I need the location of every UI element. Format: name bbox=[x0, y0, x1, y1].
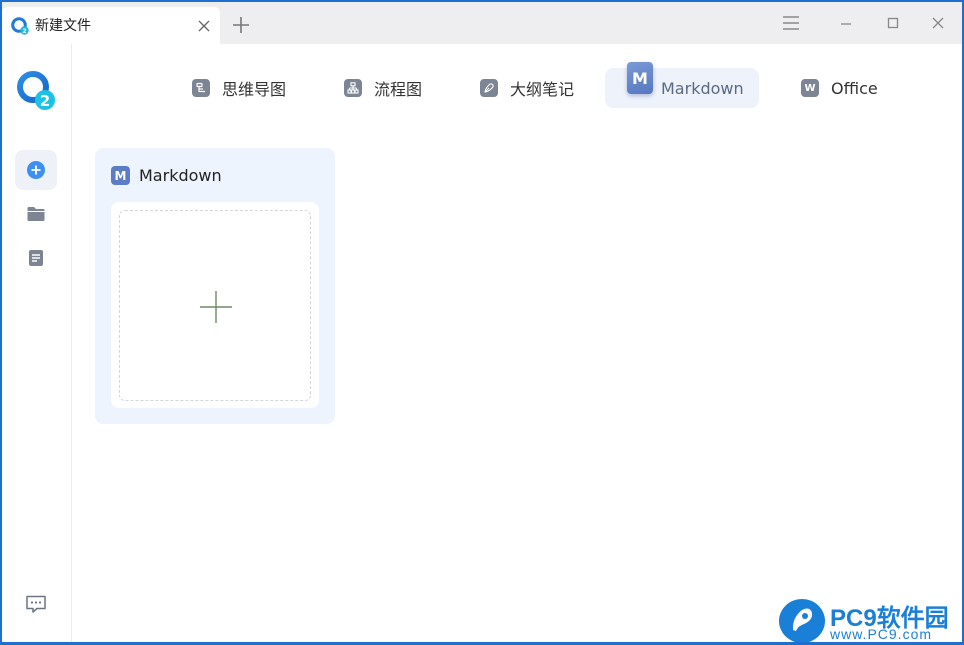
sidebar-document-button[interactable] bbox=[15, 238, 57, 278]
category-label: 思维导图 bbox=[222, 80, 287, 99]
mindmap-icon bbox=[192, 79, 210, 97]
pc9-logo-icon bbox=[779, 599, 825, 642]
menu-icon[interactable] bbox=[782, 14, 800, 32]
card-title: Markdown bbox=[139, 166, 222, 185]
plus-icon bbox=[200, 291, 232, 323]
close-tab-icon[interactable] bbox=[196, 18, 212, 34]
app-window: 2 新建文件 2 思维导图 流程图 大纲笔记 M Markdown W Offi… bbox=[2, 2, 962, 642]
category-label: 流程图 bbox=[374, 80, 423, 99]
category-label: Office bbox=[831, 78, 878, 98]
svg-text:2: 2 bbox=[40, 92, 50, 110]
close-window-icon[interactable] bbox=[929, 14, 947, 32]
app-logo-icon: 2 bbox=[11, 17, 29, 35]
markdown-icon: M bbox=[111, 166, 130, 185]
tab-title: 新建文件 bbox=[35, 18, 91, 34]
svg-text:2: 2 bbox=[22, 27, 27, 35]
chat-message-icon bbox=[26, 595, 46, 613]
tab-new-file[interactable]: 2 新建文件 bbox=[2, 7, 220, 44]
office-word-icon: W bbox=[801, 79, 819, 97]
office-badge-letter: W bbox=[804, 82, 816, 94]
minimize-icon[interactable] bbox=[837, 14, 855, 32]
category-tab-flowchart[interactable]: 流程图 bbox=[344, 68, 422, 108]
sidebar: 2 bbox=[2, 44, 72, 642]
category-label: Markdown bbox=[661, 78, 744, 98]
category-tab-outline-note[interactable]: 大纲笔记 bbox=[480, 68, 574, 108]
category-tab-mindmap[interactable]: 思维导图 bbox=[192, 68, 286, 108]
category-label: 大纲笔记 bbox=[510, 80, 575, 99]
sidebar-feedback-button[interactable] bbox=[15, 584, 57, 624]
app-logo-icon: 2 bbox=[17, 71, 55, 110]
title-bar: 2 新建文件 bbox=[2, 2, 962, 44]
flowchart-icon bbox=[344, 79, 362, 97]
new-tab-plus-icon[interactable] bbox=[232, 16, 250, 34]
watermark-url: www.PC9.com bbox=[830, 626, 933, 642]
category-tab-office[interactable]: W Office bbox=[801, 68, 878, 108]
markdown-template-card: M Markdown bbox=[95, 148, 335, 424]
document-icon bbox=[29, 250, 43, 266]
create-markdown-button[interactable] bbox=[119, 210, 311, 401]
folder-icon bbox=[27, 207, 45, 221]
sidebar-new-file-button[interactable] bbox=[15, 150, 57, 190]
sidebar-folder-button[interactable] bbox=[15, 194, 57, 234]
maximize-icon[interactable] bbox=[884, 14, 902, 32]
markdown-icon: M bbox=[627, 62, 653, 94]
watermark: PC9软件园 www.PC9.com bbox=[778, 598, 962, 642]
card-preview bbox=[111, 202, 319, 408]
outline-note-icon bbox=[480, 79, 498, 97]
add-circle-icon bbox=[27, 161, 45, 179]
category-tab-markdown[interactable]: M Markdown bbox=[605, 62, 759, 108]
